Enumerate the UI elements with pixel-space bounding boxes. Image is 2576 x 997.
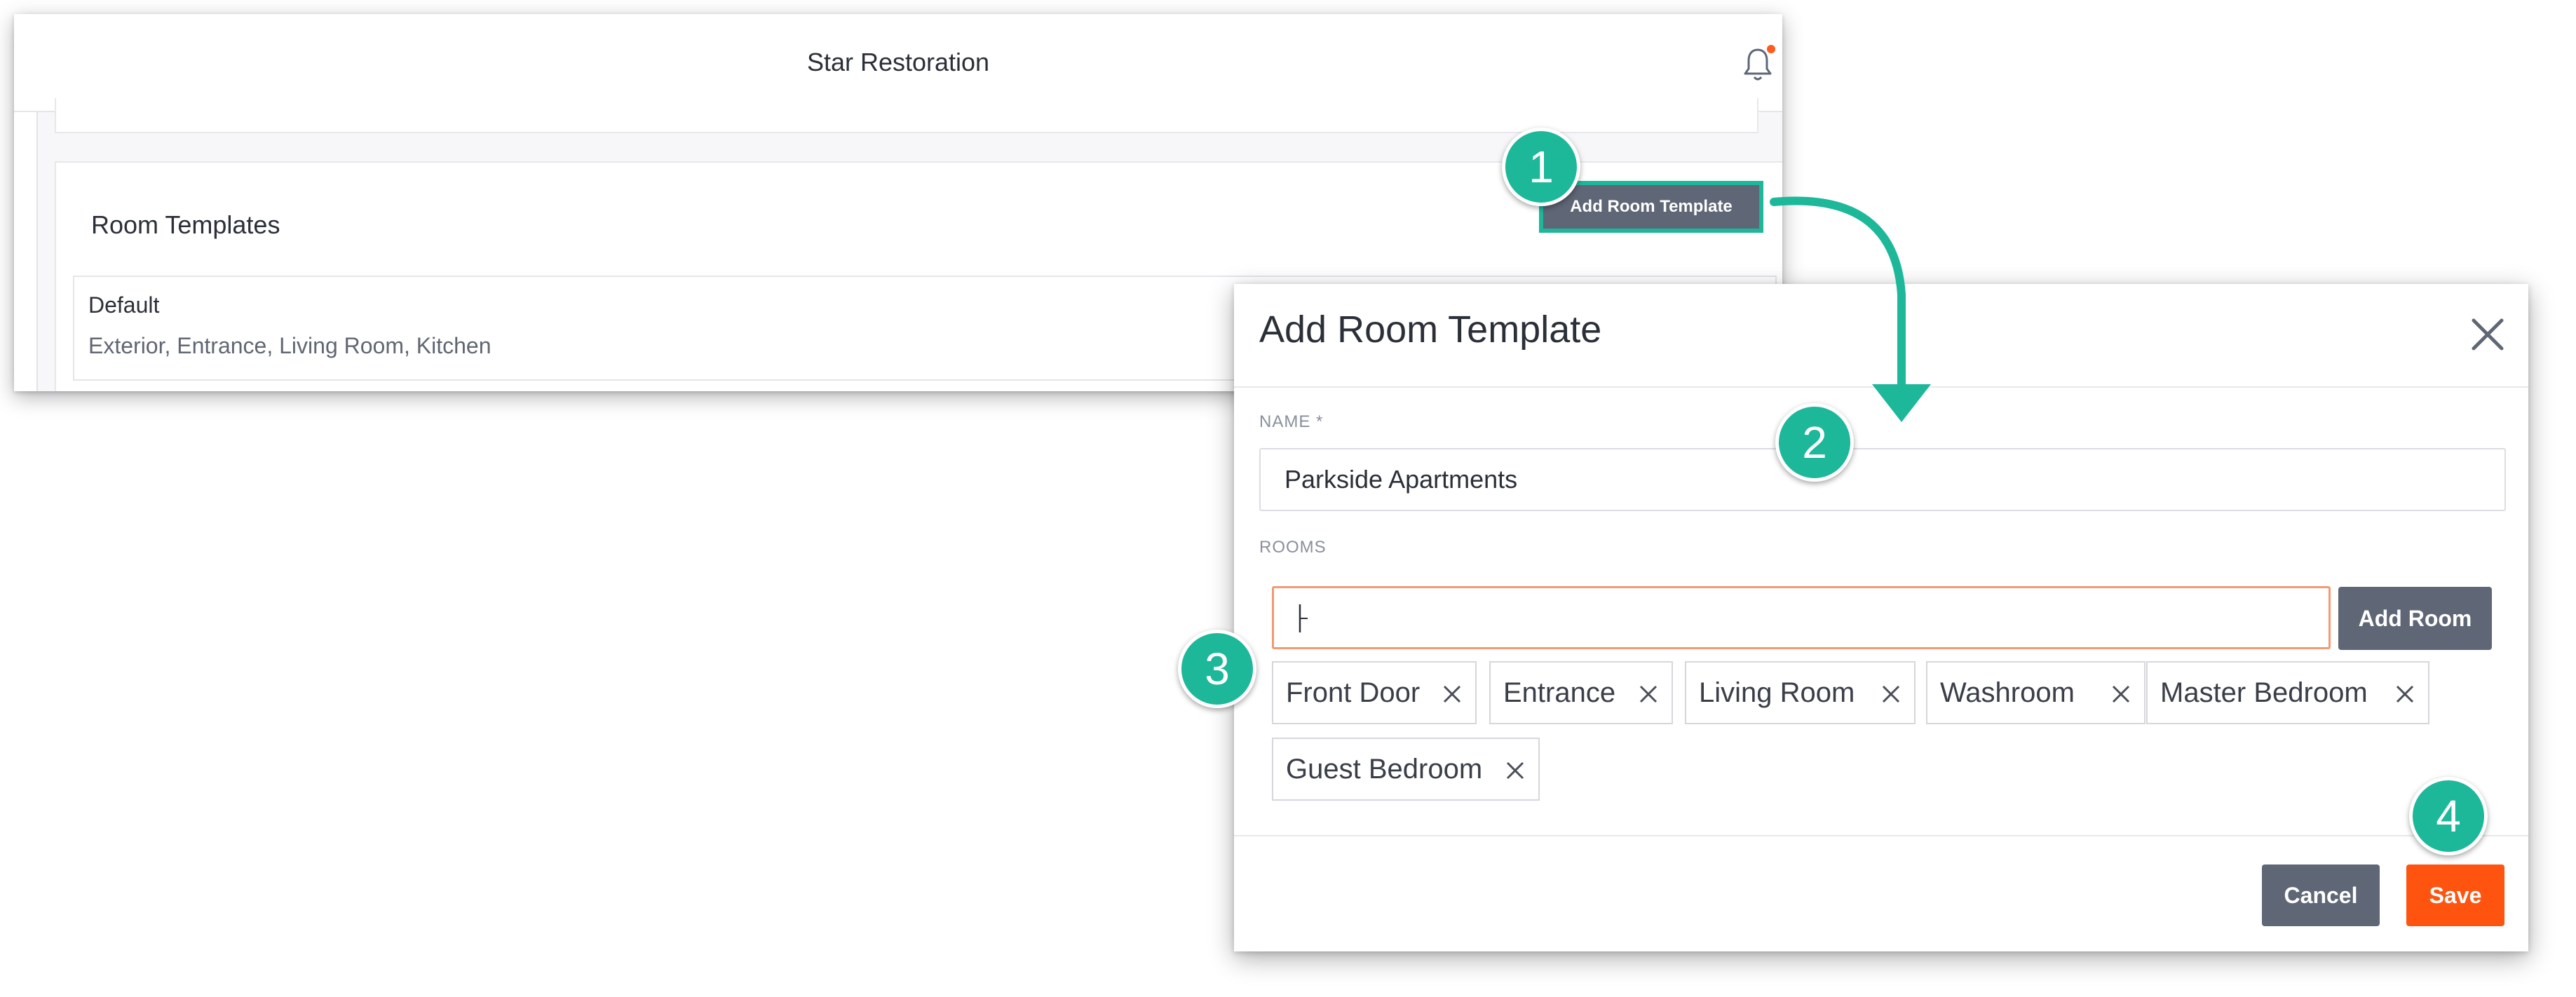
name-input[interactable] <box>1259 448 2506 511</box>
step-badge-4: 4 <box>2409 777 2488 855</box>
room-chip: Front Door <box>1272 661 1477 724</box>
room-chip-label: Living Room <box>1699 677 1855 708</box>
room-chip-label: Entrance <box>1503 677 1616 708</box>
room-chip: Master Bedroom <box>2146 661 2429 724</box>
close-icon[interactable] <box>2467 313 2509 355</box>
remove-icon[interactable] <box>1638 684 1659 705</box>
cancel-button[interactable]: Cancel <box>2262 864 2380 926</box>
room-templates-title: Room Templates <box>91 210 280 239</box>
remove-icon[interactable] <box>1505 760 1526 781</box>
modal-header: Add Room Template <box>1234 284 2528 388</box>
room-chip-label: Washroom <box>1940 677 2075 708</box>
room-chip: Entrance <box>1489 661 1673 724</box>
rooms-label: ROOMS <box>1259 538 1327 557</box>
template-rooms: Exterior, Entrance, Living Room, Kitchen <box>88 333 492 358</box>
app-title: Star Restoration <box>806 48 990 76</box>
remove-icon[interactable] <box>1880 684 1902 705</box>
modal-title: Add Room Template <box>1259 308 1602 351</box>
save-button[interactable]: Save <box>2406 864 2504 926</box>
name-label: NAME * <box>1259 412 1324 431</box>
template-name: Default <box>88 292 160 318</box>
room-chip: Living Room <box>1685 661 1916 724</box>
room-chip: Washroom <box>1926 661 2145 724</box>
app-header: Star Restoration <box>14 14 1782 112</box>
step-badge-3: 3 <box>1178 630 1256 708</box>
remove-icon[interactable] <box>2110 684 2131 705</box>
room-chip-label: Guest Bedroom <box>1286 753 1483 785</box>
room-chip: Guest Bedroom <box>1272 738 1540 801</box>
room-chip-label: Front Door <box>1286 677 1421 708</box>
modal-footer-divider <box>1234 835 2528 836</box>
previous-card <box>55 98 1758 133</box>
step-badge-1: 1 <box>1502 128 1580 206</box>
remove-icon[interactable] <box>2394 684 2415 705</box>
notification-dot <box>1767 45 1775 53</box>
screenshot-stage: Star Restoration Room Templates Default … <box>0 0 2576 997</box>
add-room-button[interactable]: Add Room <box>2338 587 2492 650</box>
room-name-input[interactable] <box>1272 586 2331 649</box>
app-sidebar-edge <box>14 112 38 391</box>
room-chip-label: Master Bedroom <box>2160 677 2368 708</box>
step-badge-2: 2 <box>1775 403 1854 482</box>
text-cursor-icon <box>1299 604 1308 632</box>
remove-icon[interactable] <box>1442 684 1463 705</box>
add-room-template-modal: Add Room Template NAME * ROOMS Add Room … <box>1234 284 2528 951</box>
